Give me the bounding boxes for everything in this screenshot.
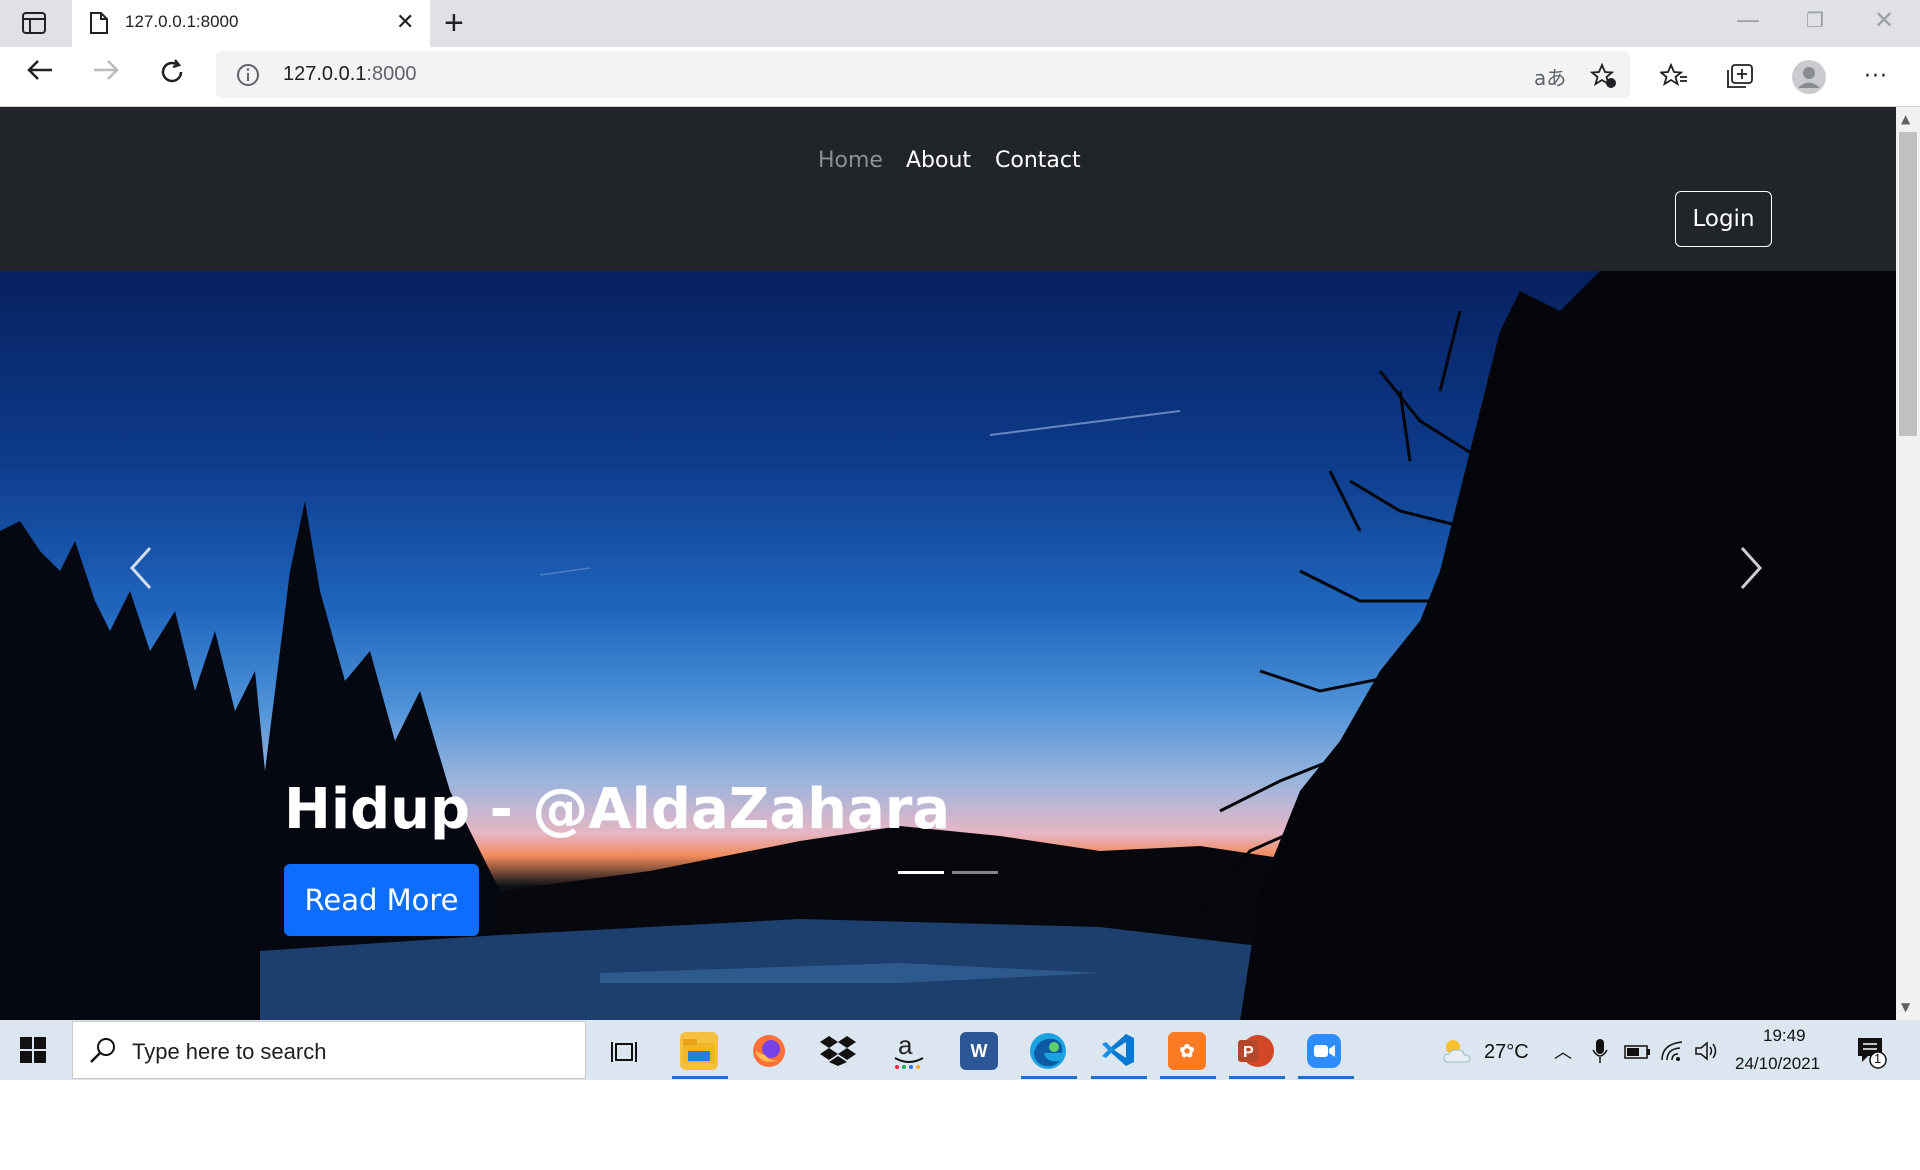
battery-icon[interactable] xyxy=(1624,1044,1652,1064)
favorite-add-icon[interactable] xyxy=(1589,62,1618,93)
carousel-prev-icon[interactable] xyxy=(128,545,154,595)
url-text[interactable]: 127.0.0.1:8000 xyxy=(283,63,416,86)
active-app-indicator xyxy=(1091,1076,1147,1079)
read-aloud-icon[interactable]: aあ xyxy=(1534,62,1566,91)
more-menu-icon[interactable]: ··· xyxy=(1864,64,1888,89)
reload-icon[interactable] xyxy=(158,58,186,90)
vscode-icon[interactable] xyxy=(1100,1032,1136,1072)
carousel-caption: Hidup - @AldaZahara xyxy=(284,777,951,842)
web-page: Home About Contact Login Hidup - @AldaZa… xyxy=(0,107,1896,1020)
hero-carousel: Hidup - @AldaZahara Read More xyxy=(0,271,1896,1020)
scroll-down-icon[interactable]: ▼ xyxy=(1901,1000,1910,1014)
tab-actions-icon[interactable] xyxy=(22,12,46,38)
weather-icon[interactable] xyxy=(1440,1036,1474,1070)
collections-icon[interactable] xyxy=(1726,63,1754,93)
back-icon[interactable] xyxy=(26,58,54,86)
new-tab-icon[interactable]: + xyxy=(444,4,464,43)
scroll-up-icon[interactable]: ▲ xyxy=(1901,112,1910,126)
active-app-indicator xyxy=(1298,1076,1354,1079)
active-app-indicator xyxy=(1229,1076,1285,1079)
svg-text:P: P xyxy=(1243,1044,1254,1061)
clock-time[interactable]: 19:49 xyxy=(1763,1026,1806,1046)
site-navbar: Home About Contact Login xyxy=(0,107,1896,271)
address-bar[interactable] xyxy=(216,51,1630,98)
scrollbar-thumb[interactable] xyxy=(1899,132,1917,436)
carousel-next-icon[interactable] xyxy=(1738,545,1764,595)
file-explorer-icon[interactable] xyxy=(680,1032,718,1070)
favorites-icon[interactable] xyxy=(1658,62,1688,93)
dropbox-icon[interactable] xyxy=(820,1034,856,1070)
clock-date[interactable]: 24/10/2021 xyxy=(1735,1054,1820,1074)
minimize-icon[interactable]: — xyxy=(1736,6,1760,34)
windows-start-icon[interactable] xyxy=(18,1035,48,1069)
read-more-button[interactable]: Read More xyxy=(284,864,479,936)
task-view-icon[interactable] xyxy=(610,1038,638,1070)
active-app-indicator xyxy=(1160,1076,1216,1079)
carousel-indicator-2[interactable] xyxy=(952,871,998,874)
url-port: :8000 xyxy=(366,63,417,85)
powerpoint-icon[interactable]: P xyxy=(1236,1032,1274,1074)
close-tab-icon[interactable]: ✕ xyxy=(396,10,414,35)
url-host: 127.0.0.1 xyxy=(283,63,367,85)
weather-temperature[interactable]: 27°C xyxy=(1484,1041,1529,1064)
xampp-icon[interactable]: ✿ xyxy=(1168,1032,1206,1070)
nav-link-home[interactable]: Home xyxy=(818,148,883,173)
nav-link-about[interactable]: About xyxy=(906,148,971,173)
restore-icon[interactable]: ❐ xyxy=(1806,8,1824,32)
forward-icon[interactable] xyxy=(92,58,120,86)
amazon-icon[interactable]: a xyxy=(891,1030,927,1074)
volume-icon[interactable] xyxy=(1694,1040,1720,1066)
svg-text:a: a xyxy=(898,1030,913,1060)
carousel-indicator-1[interactable] xyxy=(898,871,944,874)
window-close-icon[interactable]: ✕ xyxy=(1874,6,1894,34)
tab-title: 127.0.0.1:8000 xyxy=(125,12,239,31)
active-app-indicator xyxy=(1021,1076,1077,1079)
wifi-icon[interactable] xyxy=(1660,1040,1686,1066)
profile-avatar-icon[interactable] xyxy=(1791,59,1827,99)
word-icon[interactable]: W xyxy=(960,1032,998,1070)
chevron-up-icon[interactable]: ︿ xyxy=(1554,1038,1572,1064)
notifications-icon[interactable]: 1 xyxy=(1856,1036,1888,1074)
active-app-indicator xyxy=(672,1076,728,1079)
site-info-icon[interactable] xyxy=(236,63,260,91)
firefox-icon[interactable] xyxy=(751,1033,787,1073)
page-icon xyxy=(90,12,108,38)
search-placeholder: Type here to search xyxy=(132,1039,327,1064)
nav-link-contact[interactable]: Contact xyxy=(995,148,1081,173)
edge-icon[interactable] xyxy=(1028,1031,1068,1075)
login-button[interactable]: Login xyxy=(1675,191,1772,247)
search-icon xyxy=(88,1036,118,1070)
zoom-icon[interactable] xyxy=(1306,1033,1342,1073)
notification-count: 1 xyxy=(1874,1051,1882,1066)
microphone-icon[interactable] xyxy=(1592,1038,1608,1068)
